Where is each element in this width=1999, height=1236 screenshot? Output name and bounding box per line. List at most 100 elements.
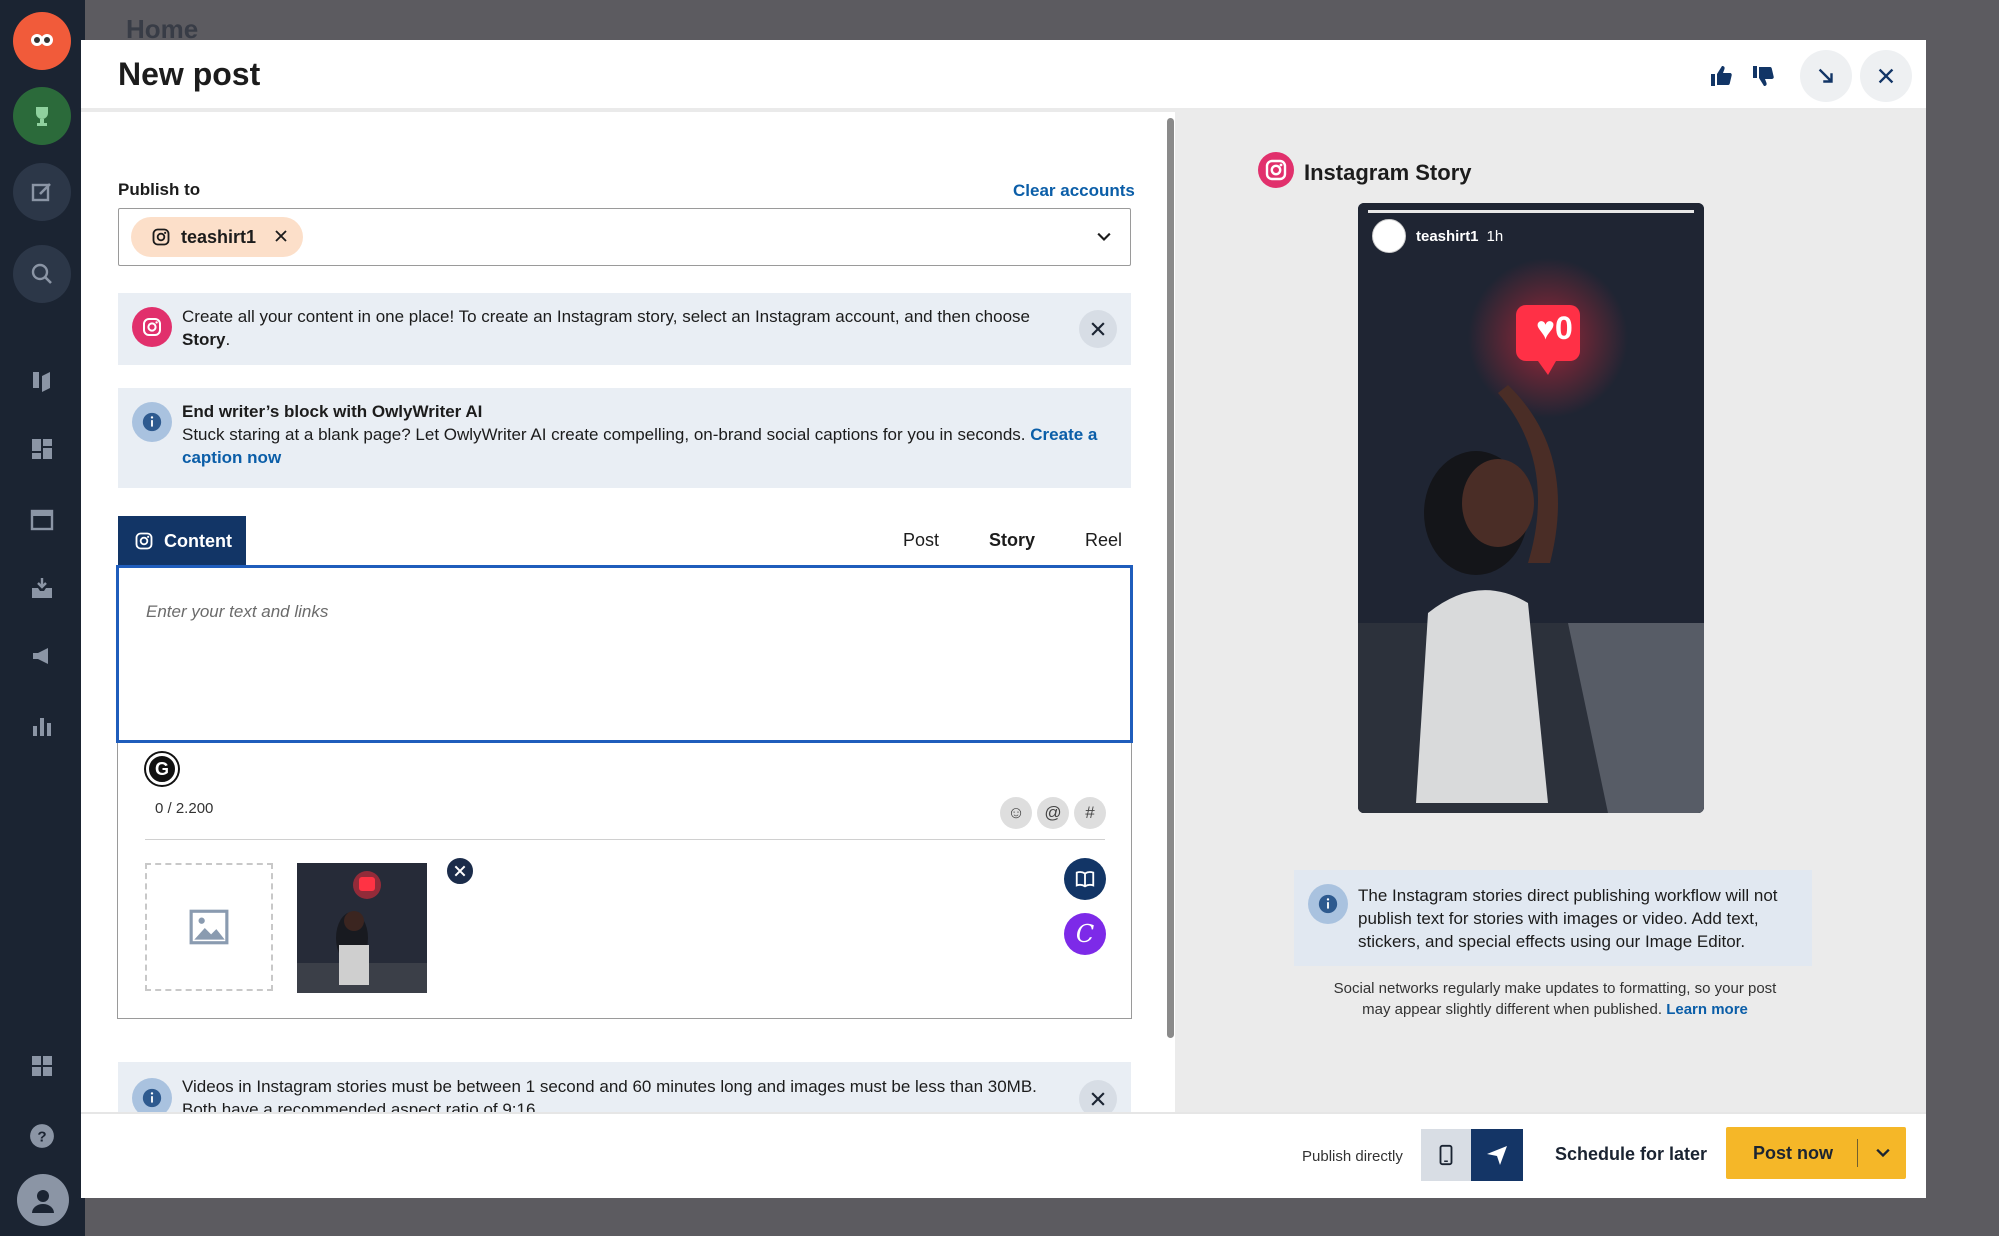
preview-info-banner: The Instagram stories direct publishing … [1294, 870, 1812, 966]
instagram-icon [135, 532, 153, 550]
apps-icon[interactable] [28, 1052, 56, 1080]
search-icon[interactable] [13, 245, 71, 303]
avatar-icon[interactable] [17, 1174, 69, 1226]
modal-footer: Publish directly Schedule for later Post… [81, 1112, 1926, 1198]
canva-icon: C [1075, 920, 1095, 948]
tab-content[interactable]: Content [118, 516, 246, 566]
media-thumbnail[interactable] [297, 863, 427, 993]
close-video-banner-button[interactable] [1079, 1080, 1117, 1112]
tab-post[interactable]: Post [903, 530, 939, 551]
help-icon[interactable]: ? [28, 1122, 56, 1150]
divider [145, 839, 1105, 840]
story-avatar [1372, 219, 1406, 253]
minimize-button[interactable] [1800, 50, 1852, 102]
add-media-button[interactable] [145, 863, 273, 991]
preview-info-text: The Instagram stories direct publishing … [1358, 886, 1778, 951]
tab-content-label: Content [164, 530, 232, 551]
grammarly-icon[interactable]: G [146, 753, 178, 785]
megaphone-icon[interactable] [28, 642, 56, 670]
streams-icon[interactable] [28, 366, 56, 394]
chevron-down-icon[interactable] [1094, 227, 1114, 252]
video-banner-text: Videos in Instagram stories must be betw… [182, 1077, 1037, 1112]
account-chip: teashirt1 [131, 217, 303, 257]
divider [1857, 1139, 1858, 1167]
story-preview: teashirt1 1h ♥0 [1358, 203, 1704, 813]
story-user: teashirt1 1h [1372, 219, 1503, 253]
clear-accounts-link[interactable]: Clear accounts [1013, 181, 1135, 201]
heart-icon: ♥ [1536, 310, 1555, 346]
instagram-banner-body: Create all your content in one place! To… [182, 307, 1030, 326]
content-library-button[interactable] [1064, 858, 1106, 900]
story-progress-bar [1368, 210, 1694, 213]
instagram-icon [152, 228, 170, 246]
svg-text:?: ? [37, 1128, 46, 1145]
canva-button[interactable]: C [1064, 913, 1106, 955]
instagram-banner-bold: Story [182, 330, 226, 349]
info-icon [132, 1078, 172, 1112]
trophy-icon[interactable] [13, 87, 71, 145]
preview-note: Social networks regularly make updates t… [1320, 978, 1790, 1020]
story-image [1358, 203, 1704, 813]
like-count: ♥0 [1536, 310, 1573, 347]
like-count-value: 0 [1555, 310, 1573, 346]
chevron-down-icon[interactable] [1873, 1143, 1893, 1168]
learn-more-link[interactable]: Learn more [1666, 1001, 1748, 1018]
post-text-editor[interactable]: Enter your text and links [116, 565, 1133, 743]
remove-media-button[interactable] [445, 856, 475, 886]
new-post-modal: New post Publish to Clear accounts teash… [81, 40, 1926, 1198]
owlywriter-title: End writer’s block with OwlyWriter AI [182, 402, 483, 421]
owl-logo-icon[interactable] [13, 12, 71, 70]
video-info-banner: Videos in Instagram stories must be betw… [118, 1062, 1131, 1112]
book-icon [1075, 871, 1095, 888]
preview-panel: Instagram Story teashirt1 1h ♥0 The Inst… [1175, 110, 1926, 1112]
composer-panel: Publish to Clear accounts teashirt1 Crea… [81, 116, 1175, 1112]
owlywriter-body: Stuck staring at a blank page? Let OwlyW… [182, 425, 1026, 444]
instagram-banner-text: Create all your content in one place! To… [182, 305, 1062, 351]
info-icon [1308, 884, 1348, 924]
tab-story[interactable]: Story [989, 530, 1035, 551]
instagram-icon [132, 307, 172, 347]
instagram-icon [1258, 152, 1294, 193]
story-time: 1h [1486, 227, 1504, 245]
character-count: 0 / 2.200 [155, 800, 214, 817]
compose-icon[interactable] [13, 163, 71, 221]
phone-icon [1439, 1144, 1453, 1166]
mobile-publish-toggle[interactable] [1421, 1129, 1471, 1181]
story-username: teashirt1 [1416, 227, 1479, 245]
editor-placeholder: Enter your text and links [146, 602, 329, 621]
thumbs-down-icon[interactable] [1737, 50, 1789, 102]
account-chip-label: teashirt1 [181, 226, 257, 247]
dashboard-icon[interactable] [28, 435, 56, 463]
preview-header: Instagram Story [1258, 152, 1472, 193]
emoji-button[interactable]: ☺ [1000, 797, 1032, 829]
publish-to-label: Publish to [118, 180, 201, 199]
send-icon [1487, 1146, 1507, 1165]
instagram-info-banner: Create all your content in one place! To… [118, 293, 1131, 365]
owlywriter-banner: End writer’s block with OwlyWriter AI St… [118, 388, 1131, 488]
schedule-later-button[interactable]: Schedule for later [1555, 1144, 1707, 1165]
post-now-label: Post now [1753, 1143, 1833, 1163]
analytics-icon[interactable] [28, 712, 56, 740]
image-icon [189, 909, 229, 945]
tab-reel[interactable]: Reel [1085, 530, 1122, 551]
hashtag-button[interactable]: # [1074, 797, 1106, 829]
composer-scrollbar[interactable] [1167, 118, 1174, 1038]
post-now-button[interactable]: Post now [1726, 1127, 1906, 1179]
modal-header: New post [81, 40, 1926, 112]
direct-publish-toggle[interactable] [1471, 1129, 1523, 1181]
publish-directly-label: Publish directly [1302, 1148, 1403, 1165]
app-rail: ? [0, 0, 85, 1236]
close-banner-button[interactable] [1079, 310, 1117, 348]
owlywriter-text: End writer’s block with OwlyWriter AI St… [182, 400, 1117, 469]
modal-title: New post [118, 56, 261, 92]
instagram-banner-end: . [225, 330, 231, 349]
calendar-icon[interactable] [28, 505, 56, 533]
remove-account-icon[interactable] [271, 226, 291, 251]
preview-title: Instagram Story [1304, 159, 1472, 185]
close-modal-button[interactable] [1860, 50, 1912, 102]
editor-toolbar-area: G 0 / 2.200 ☺ @ # C [117, 743, 1132, 1019]
mention-button[interactable]: @ [1037, 797, 1069, 829]
inbox-icon[interactable] [28, 574, 56, 602]
info-icon [132, 402, 172, 442]
publish-to-select[interactable]: teashirt1 [118, 208, 1131, 266]
